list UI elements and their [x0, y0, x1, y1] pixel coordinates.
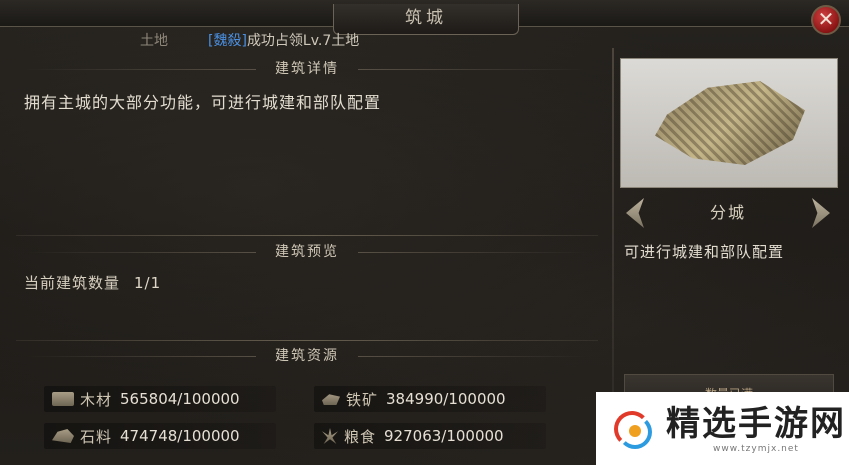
- resource-name: 粮食: [344, 427, 377, 446]
- wood-icon: [52, 392, 74, 406]
- watermark: 精选手游网 www.tzymjx.net: [596, 392, 849, 465]
- divider: [16, 340, 598, 341]
- section-header-preview: 建筑预览: [16, 238, 598, 266]
- resource-wood: 木材 565804/100000: [44, 386, 276, 412]
- ore-icon: [322, 394, 340, 405]
- window-title: 筑城: [333, 4, 519, 35]
- preview-section: 建筑预览 当前建筑数量 1/1: [16, 238, 598, 299]
- stone-icon: [52, 429, 74, 443]
- building-count-value: 1/1: [134, 274, 162, 292]
- watermark-title: 精选手游网: [666, 403, 846, 444]
- left-column: 建筑详情 拥有主城的大部分功能，可进行城建和部队配置: [16, 55, 598, 119]
- resource-name: 铁矿: [346, 390, 379, 409]
- city-illustration: [655, 81, 805, 165]
- close-icon: ✕: [817, 7, 835, 31]
- land-status-row: 土地 [魏殺]成功占领Lv.7土地: [140, 30, 359, 50]
- watermark-logo-icon: [610, 405, 658, 453]
- resource-name: 木材: [80, 390, 113, 409]
- resource-grain: 粮食 927063/100000: [314, 423, 546, 449]
- building-short-description: 可进行城建和部队配置: [624, 243, 785, 261]
- resource-value: 927063/100000: [384, 427, 504, 445]
- resource-stone: 石料 474748/100000: [44, 423, 276, 449]
- building-selector: 分城: [620, 194, 836, 232]
- resource-value: 565804/100000: [120, 390, 240, 408]
- watermark-text: 精选手游网 www.tzymjx.net: [666, 404, 846, 454]
- resources-section: 建筑资源: [16, 342, 598, 370]
- section-header-resources: 建筑资源: [16, 342, 598, 370]
- building-count-label: 当前建筑数量: [24, 274, 121, 292]
- resource-name: 石料: [80, 427, 113, 446]
- resource-value: 474748/100000: [120, 427, 240, 445]
- alliance-tag[interactable]: [魏殺]: [208, 33, 247, 49]
- close-button[interactable]: ✕: [811, 5, 841, 35]
- building-name: 分城: [709, 203, 746, 222]
- resource-value: 384990/100000: [386, 390, 506, 408]
- land-label: 土地: [140, 33, 168, 49]
- section-header-details: 建筑详情: [16, 55, 598, 83]
- watermark-url: www.tzymjx.net: [713, 443, 799, 454]
- land-message: 成功占领Lv.7土地: [246, 33, 360, 49]
- building-description: 拥有主城的大部分功能，可进行城建和部队配置: [24, 93, 382, 112]
- grain-icon: [322, 428, 338, 444]
- divider: [16, 235, 598, 236]
- resource-ore: 铁矿 384990/100000: [314, 386, 546, 412]
- building-preview-image: [620, 58, 838, 188]
- building-count-row: 当前建筑数量 1/1: [16, 266, 598, 299]
